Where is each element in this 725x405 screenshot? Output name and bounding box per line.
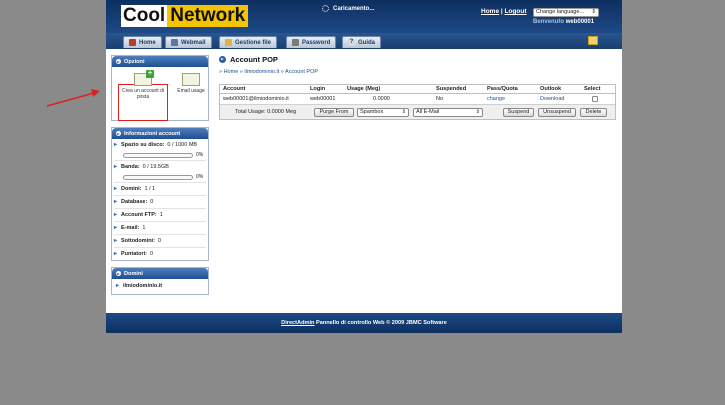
red-arrow-annotation: [46, 89, 100, 107]
